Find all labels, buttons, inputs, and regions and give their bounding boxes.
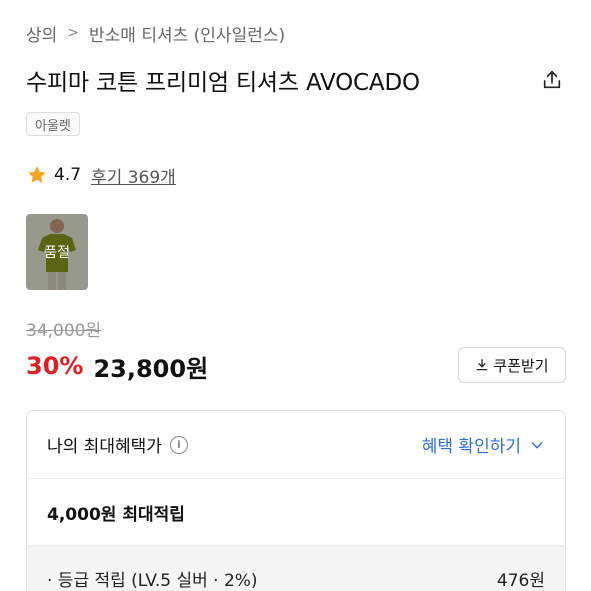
discount-rate: 30% bbox=[26, 352, 84, 380]
grade-reward-label: · 등급 적립 (LV.5 실버 · 2%) bbox=[47, 571, 258, 591]
share-button[interactable] bbox=[538, 66, 566, 94]
rating-score: 4.7 bbox=[54, 165, 82, 185]
rating: 4.7 후기 369개 bbox=[26, 162, 176, 188]
benefit-title-group: 나의 최대혜택가 i bbox=[47, 432, 188, 457]
benefit-check-label: 혜택 확인하기 bbox=[421, 437, 521, 457]
product-title: 수피마 코튼 프리미엄 티셔츠 AVOCADO bbox=[26, 70, 420, 96]
info-icon[interactable]: i bbox=[169, 435, 188, 454]
outlet-tag: 아울렛 bbox=[26, 112, 80, 136]
grade-reward-row: · 등급 적립 (LV.5 실버 · 2%) 476원 bbox=[27, 545, 565, 591]
benefit-header: 나의 최대혜택가 i 혜택 확인하기 bbox=[27, 411, 565, 479]
original-price: 34,000원 bbox=[26, 321, 102, 341]
reviews-link[interactable]: 후기 369개 bbox=[91, 163, 176, 188]
star-icon bbox=[28, 166, 46, 183]
breadcrumb-category[interactable]: 상의 bbox=[26, 21, 57, 46]
download-icon bbox=[477, 359, 488, 371]
price-row: 30% 23,800원 bbox=[26, 348, 208, 384]
benefit-title: 나의 최대혜택가 bbox=[47, 437, 162, 457]
share-icon bbox=[543, 70, 561, 89]
product-thumbnail[interactable]: 품절 bbox=[26, 214, 88, 290]
benefit-check-button[interactable]: 혜택 확인하기 bbox=[422, 432, 545, 457]
breadcrumb: 상의 > 반소매 티셔츠 (인사일런스) bbox=[26, 20, 285, 46]
title-row: 수피마 코튼 프리미엄 티셔츠 AVOCADO bbox=[26, 62, 566, 98]
coupon-label: 쿠폰받기 bbox=[493, 356, 549, 375]
grade-reward-value: 476원 bbox=[496, 571, 545, 591]
breadcrumb-subcategory[interactable]: 반소매 티셔츠 (인사일런스) bbox=[89, 21, 285, 46]
chevron-right-icon: > bbox=[67, 25, 80, 41]
max-reward: 4,000원 최대적립 bbox=[47, 504, 185, 525]
final-price: 23,800원 bbox=[93, 354, 209, 383]
chevron-down-icon bbox=[531, 441, 543, 448]
soldout-label: 품절 bbox=[26, 214, 88, 290]
coupon-button[interactable]: 쿠폰받기 bbox=[458, 347, 566, 383]
benefit-box: 나의 최대혜택가 i 혜택 확인하기 4,000원 최대적립 · 등급 적립 (… bbox=[26, 410, 566, 591]
